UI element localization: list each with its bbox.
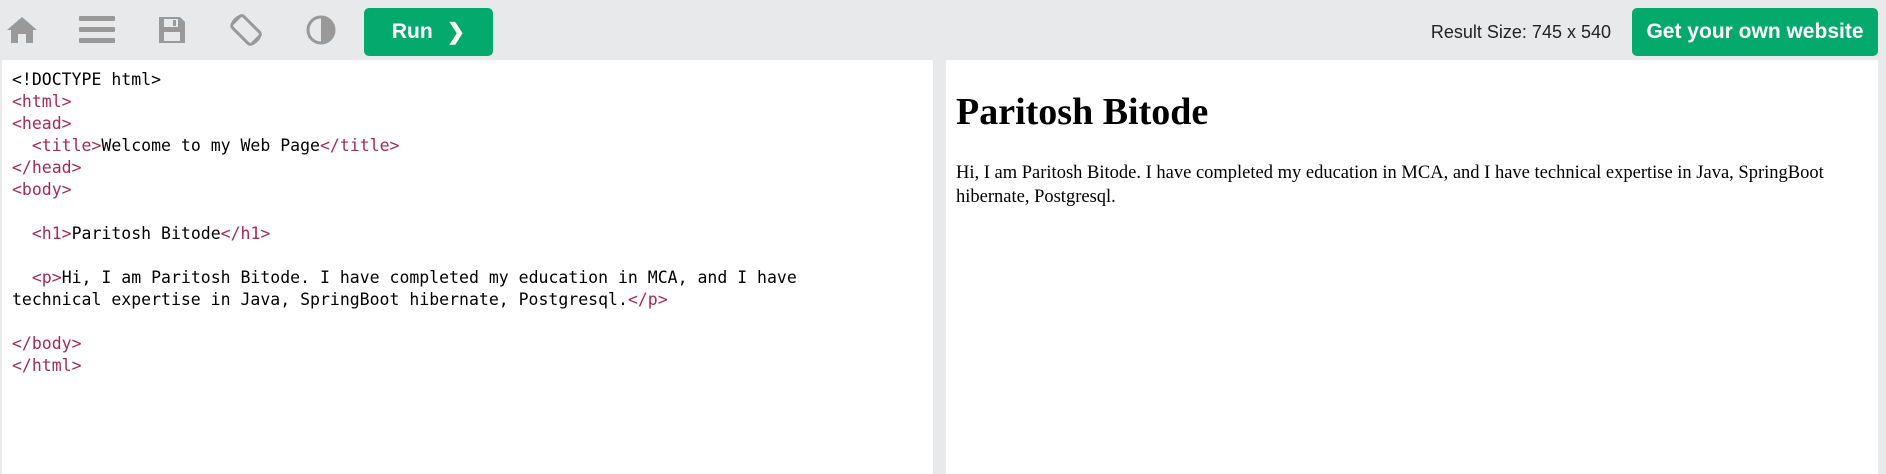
menu-icon[interactable] [75,10,119,50]
code-tag: <html> [12,92,72,111]
result-panel: Paritosh Bitode Hi, I am Paritosh Bitode… [946,60,1878,474]
code-tag: </title> [319,136,400,155]
code-line: <!DOCTYPE html> [12,70,162,89]
run-button[interactable]: Run ❯ [364,8,493,56]
save-icon[interactable] [150,10,194,50]
toolbar: Run ❯ Result Size: 745 x 540 Get your ow… [0,0,1886,58]
code-tag: </h1> [220,224,271,243]
code-line: <h1>Paritosh Bitode</h1> [31,224,271,243]
code-line: <title>Welcome to my Web Page</title> [31,136,400,155]
run-button-label: Run [391,20,433,43]
result-paragraph: Hi, I am Paritosh Bitode. I have complet… [956,163,1824,207]
code-tag: <title> [31,136,102,155]
code-line: </head> [12,157,923,179]
code-tag: </p> [627,290,668,309]
home-icon[interactable] [0,10,44,50]
code-line: <body> [12,179,923,201]
code-line: <html> [12,91,923,113]
code-line: </html> [12,355,923,377]
contrast-icon[interactable] [299,10,343,50]
code-tag: <h1> [31,224,72,243]
code-tag: <p> [31,268,62,287]
rotate-icon[interactable] [224,10,268,50]
result-size-label: Result Size: 745 x 540 [1430,22,1611,42]
code-tag: <body> [12,180,72,199]
code-line: <head> [12,113,923,135]
code-content[interactable]: <!DOCTYPE html> <html> <head> <title>Welco… [12,69,923,377]
get-your-own-website-button[interactable]: Get your own website [1632,8,1878,56]
code-tag: </html> [12,356,82,375]
panel-divider[interactable] [933,60,946,474]
code-line: <p>Hi, I am Paritosh Bitode. I have comp… [31,268,797,287]
code-tag: <head> [12,114,72,133]
code-line: </body> [12,333,923,355]
code-tag: </head> [12,158,82,177]
code-line: technical expertise in Java, SpringBoot … [12,290,668,309]
code-editor[interactable]: <!DOCTYPE html> <html> <head> <title>Welco… [2,60,933,474]
chevron-right-icon: ❯ [446,19,466,44]
code-tag: </body> [12,334,82,353]
result-heading: Paritosh Bitode [956,91,1209,133]
